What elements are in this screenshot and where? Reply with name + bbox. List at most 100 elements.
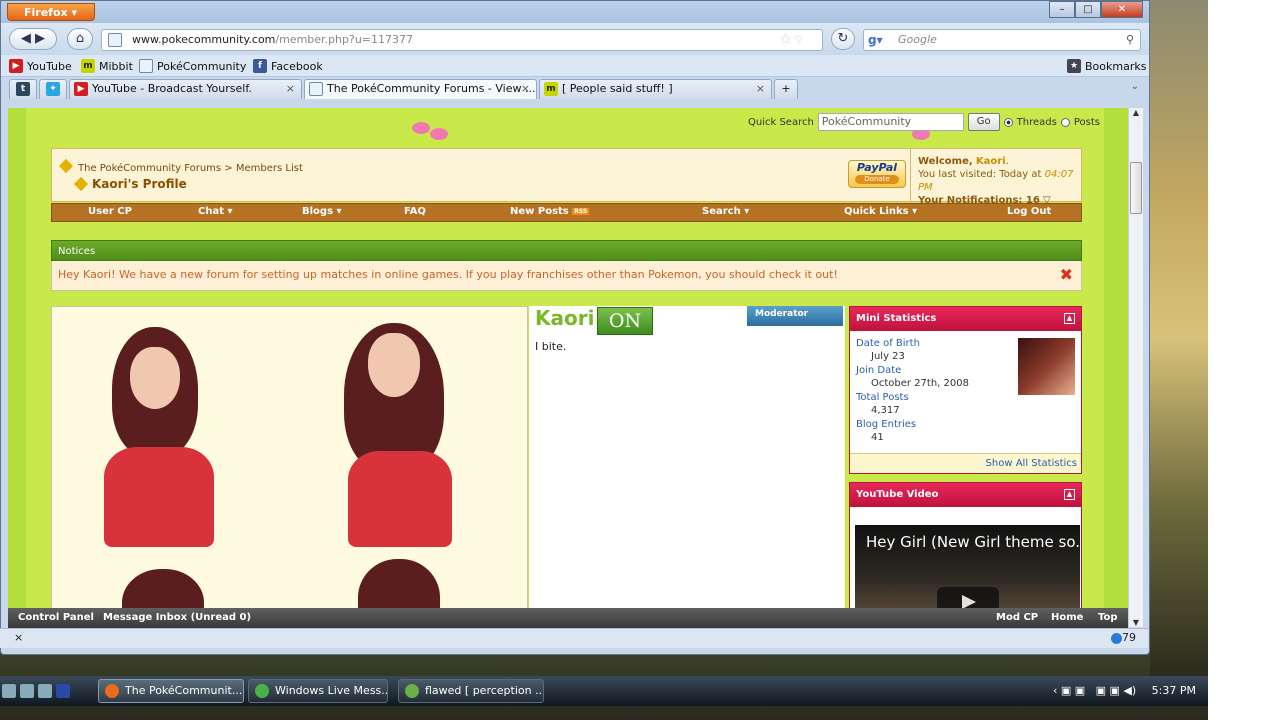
tab-people-said-stuff[interactable]: m[ People said stuff! ] × xyxy=(539,79,772,99)
nav-new-posts[interactable]: New Posts RSS xyxy=(510,206,590,217)
forum-bottom-bar: Control Panel Message Inbox (Unread 0) M… xyxy=(8,608,1128,628)
notice-message: Hey Kaori! We have a new forum for setti… xyxy=(51,261,1082,291)
youtube-icon: ▶ xyxy=(74,82,88,96)
tab-youtube[interactable]: ▶ YouTube - Broadcast Yourself. × xyxy=(69,79,302,99)
forum-header: The PokéCommunity Forums > Members List … xyxy=(51,148,1082,206)
nav-faq[interactable]: FAQ xyxy=(404,206,426,217)
nav-log-out[interactable]: Log Out xyxy=(1007,206,1051,217)
bookmarks-toolbar: ▶ YouTube m Mibbit PokéCommunity f Facebook… xyxy=(1,55,1149,77)
ie-icon[interactable] xyxy=(38,684,52,698)
bookmark-star-icon[interactable]: ★ ▾ xyxy=(780,30,802,50)
bookmark-pokecommunity[interactable]: PokéCommunity xyxy=(139,59,246,73)
tumblr-icon: t xyxy=(16,82,30,96)
top-link[interactable]: Top xyxy=(1098,608,1118,628)
page-viewport: Quick Search PokéCommunity Go Threads Po… xyxy=(8,108,1128,627)
screen-margin xyxy=(1208,0,1280,720)
mini-statistics-header: Mini Statistics ▲ xyxy=(850,307,1081,331)
tray-icons[interactable]: ‹ ▣ ▣ ▣ ▣ ◀) xyxy=(1053,684,1136,697)
show-desktop-icon[interactable] xyxy=(2,684,16,698)
video-title[interactable]: Hey Girl (New Girl theme so. xyxy=(866,533,1080,551)
twitter-icon: ✦ xyxy=(46,82,60,96)
bookmark-youtube[interactable]: ▶ YouTube xyxy=(9,59,72,73)
search-icon[interactable]: ⚲ xyxy=(1126,30,1134,50)
rss-icon[interactable]: RSS xyxy=(572,207,590,215)
tab-pinned-twitter[interactable]: ✦ xyxy=(39,79,67,99)
forum-page: Quick Search PokéCommunity Go Threads Po… xyxy=(26,108,1104,627)
collapse-icon[interactable]: ▲ xyxy=(1064,313,1075,324)
taskbar: The PokéCommunit... Windows Live Mess...… xyxy=(0,676,1208,706)
system-tray: ‹ ▣ ▣ ▣ ▣ ◀) 5:37 PM xyxy=(1053,676,1196,706)
home-icon[interactable]: ⌂ xyxy=(67,28,93,50)
posts-radio[interactable] xyxy=(1060,117,1070,127)
profile-banner-image xyxy=(51,306,528,627)
youtube-video-player[interactable]: Hey Girl (New Girl theme so. xyxy=(855,525,1080,617)
maximize-icon[interactable]: □ xyxy=(1075,1,1101,18)
site-favicon-icon xyxy=(108,33,122,47)
stat-value: 41 xyxy=(871,432,884,443)
taskbar-item-firefox[interactable]: The PokéCommunit... xyxy=(98,679,244,703)
nav-user-cp[interactable]: User CP xyxy=(88,206,132,217)
minimize-icon[interactable]: – xyxy=(1049,1,1075,18)
close-tab-icon[interactable]: × xyxy=(286,80,295,98)
bookmarks-icon: ★ xyxy=(1067,59,1081,73)
youtube-video-header: YouTube Video ▲ xyxy=(850,483,1081,507)
home-link[interactable]: Home xyxy=(1051,608,1083,628)
nav-search[interactable]: Search ▾ xyxy=(702,206,749,217)
mibbit-icon: m xyxy=(81,59,95,73)
paypal-donate-button[interactable]: PayPal Donate xyxy=(848,160,906,188)
collapse-icon[interactable]: ▲ xyxy=(1064,489,1075,500)
notices-header: Notices xyxy=(51,240,1082,261)
quick-search-input[interactable]: PokéCommunity xyxy=(817,113,964,131)
close-addon-bar-icon[interactable]: × xyxy=(14,629,23,647)
threads-label: Threads xyxy=(1016,116,1057,128)
close-tab-icon[interactable]: × xyxy=(521,80,530,98)
window-controls: – □ ✕ xyxy=(1049,1,1143,18)
welcome-username[interactable]: Kaori xyxy=(976,156,1006,167)
tab-pinned-tumblr[interactable]: t xyxy=(9,79,37,99)
scroll-down-icon[interactable]: ▼ xyxy=(1129,618,1143,627)
tab-pokecommunity[interactable]: The PokéCommunity Forums - View ... × xyxy=(304,79,537,99)
back-forward-button[interactable]: ◀ ▶ xyxy=(9,28,57,50)
new-tab-button[interactable]: + xyxy=(774,79,798,99)
mini-statistics-panel: Mini Statistics ▲ Date of Birth July 23 J… xyxy=(849,306,1082,474)
nav-blogs[interactable]: Blogs ▾ xyxy=(302,206,342,217)
photoshop-icon[interactable] xyxy=(56,684,70,698)
bookmark-facebook[interactable]: f Facebook xyxy=(253,59,323,73)
taskbar-item-flawed[interactable]: flawed [ perception ... xyxy=(398,679,544,703)
mod-cp-link[interactable]: Mod CP xyxy=(996,608,1038,628)
go-button[interactable]: Go xyxy=(967,113,1000,131)
explorer-icon[interactable] xyxy=(20,684,34,698)
nav-quick-links[interactable]: Quick Links ▾ xyxy=(844,206,917,217)
bookmark-mibbit[interactable]: m Mibbit xyxy=(81,59,133,73)
close-tab-icon[interactable]: × xyxy=(756,80,765,98)
reload-icon[interactable]: ↻ xyxy=(831,28,855,50)
scroll-up-icon[interactable]: ▲ xyxy=(1129,108,1143,117)
profile-info: Kaori ON Moderator I bite. xyxy=(529,306,845,627)
status-bar: × 79 xyxy=(0,628,1148,648)
search-input[interactable]: g▾ Google ⚲ xyxy=(863,29,1141,51)
google-icon[interactable]: g▾ xyxy=(868,33,884,47)
nav-chat[interactable]: Chat ▾ xyxy=(198,206,233,217)
show-all-statistics-link[interactable]: Show All Statistics xyxy=(850,453,1081,473)
firefox-menu-button[interactable]: Firefox ▾ xyxy=(7,3,95,21)
url-bar[interactable]: www.pokecommunity.com/member.php?u=11737… xyxy=(101,29,823,51)
quick-search-label: Quick Search xyxy=(747,116,814,128)
threads-radio[interactable] xyxy=(1003,117,1013,127)
posts-label: Posts xyxy=(1073,116,1100,128)
stat-label[interactable]: Blog Entries xyxy=(850,418,1081,431)
breadcrumb[interactable]: The PokéCommunity Forums > Members List xyxy=(78,163,303,174)
tab-list-chevron-down-icon[interactable]: ⌄ xyxy=(1131,81,1139,92)
message-inbox-link[interactable]: Message Inbox (Unread 0) xyxy=(103,608,251,628)
clock[interactable]: 5:37 PM xyxy=(1152,684,1196,697)
youtube-icon: ▶ xyxy=(9,59,23,73)
scrollbar-thumb[interactable] xyxy=(1130,162,1142,214)
close-icon[interactable]: ✕ xyxy=(1101,1,1143,18)
stat-value: 4,317 xyxy=(871,405,900,416)
control-panel-link[interactable]: Control Panel xyxy=(18,608,94,628)
bookmarks-menu[interactable]: ★ Bookmarks xyxy=(1067,59,1146,73)
taskbar-item-messenger[interactable]: Windows Live Mess... xyxy=(248,679,388,703)
messenger-icon xyxy=(255,684,269,698)
dismiss-notice-icon[interactable]: ✖ xyxy=(1060,261,1073,289)
page-scrollbar[interactable]: ▲ ▼ xyxy=(1128,108,1143,627)
addon-counter[interactable]: 79 xyxy=(1111,629,1136,647)
